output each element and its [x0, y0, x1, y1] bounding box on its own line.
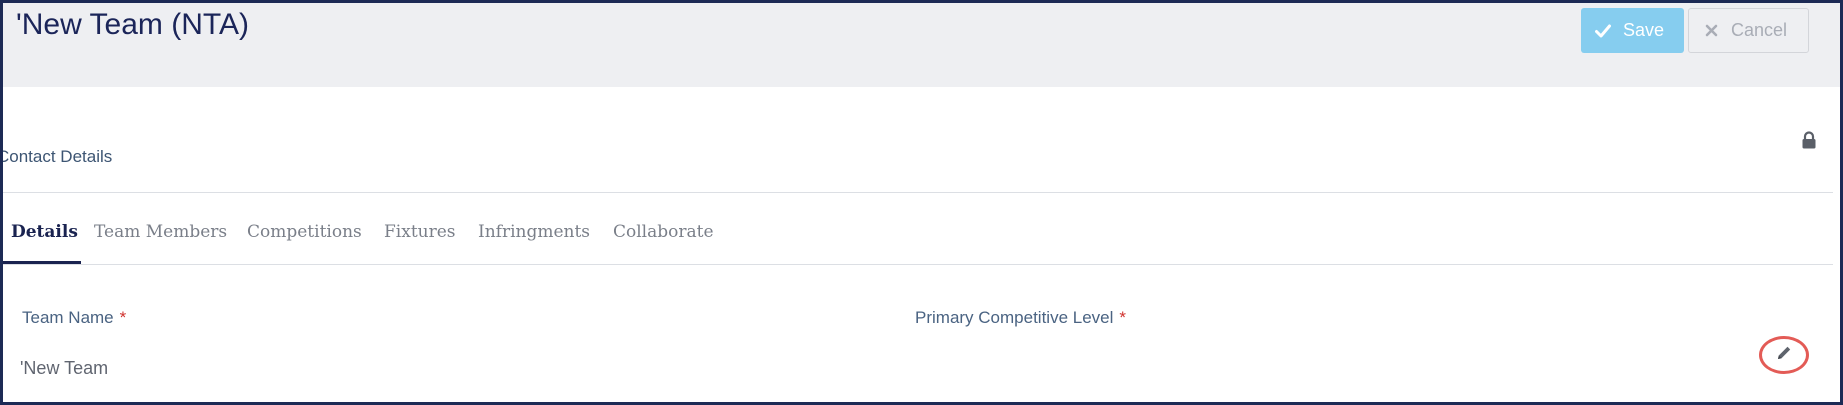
tab-competitions[interactable]: Competitions: [247, 222, 362, 242]
close-icon: [1703, 23, 1719, 39]
team-name-label: Team Name *: [22, 308, 126, 328]
save-button-label: Save: [1623, 20, 1665, 40]
lock-icon[interactable]: [1801, 131, 1817, 149]
tab-team-members[interactable]: Team Members: [94, 222, 227, 242]
tab-infringments[interactable]: Infringments: [478, 222, 590, 242]
section-divider: [3, 192, 1833, 193]
pencil-icon: [1775, 344, 1793, 367]
competitive-level-label: Primary Competitive Level *: [915, 308, 1126, 328]
page-header: 'New Team (NTA) Save Cancel: [3, 3, 1840, 87]
page-frame: 'New Team (NTA) Save Cancel Contact Deta…: [0, 0, 1843, 405]
section-title: Contact Details: [0, 147, 113, 166]
tab-details[interactable]: Details: [11, 222, 78, 242]
check-icon: [1595, 23, 1611, 39]
team-name-label-text: Team Name: [22, 308, 114, 327]
tabs-divider: [3, 264, 1833, 265]
save-button[interactable]: Save: [1581, 8, 1684, 53]
required-marker: *: [119, 308, 127, 327]
cancel-button[interactable]: Cancel: [1688, 8, 1809, 53]
page-title: 'New Team (NTA): [16, 8, 249, 41]
contact-details-section: Contact Details: [3, 87, 1840, 192]
tab-fixtures[interactable]: Fixtures: [384, 222, 456, 242]
tab-bar: Details Team Members Competitions Fixtur…: [3, 208, 1833, 264]
tab-collaborate[interactable]: Collaborate: [613, 222, 714, 242]
edit-button[interactable]: [1759, 336, 1809, 374]
team-name-value: 'New Team: [20, 358, 109, 378]
competitive-level-label-text: Primary Competitive Level: [915, 308, 1114, 327]
cancel-button-label: Cancel: [1731, 20, 1788, 40]
required-marker: *: [1119, 308, 1127, 327]
